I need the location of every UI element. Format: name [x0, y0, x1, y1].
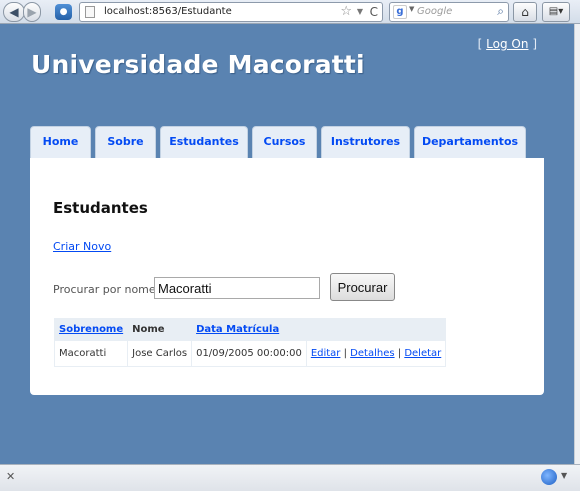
details-link[interactable]: Detalhes	[350, 348, 394, 359]
site-title: Universidade Macoratti	[31, 50, 365, 79]
cell-sobrenome: Macoratti	[53, 340, 129, 367]
search-label: Procurar por nome:	[53, 283, 160, 296]
logon-link[interactable]: Log On	[486, 37, 528, 51]
magnifier-icon[interactable]: ⌕	[497, 4, 504, 19]
tab-cursos[interactable]: Cursos	[252, 126, 317, 158]
column-header-actions	[305, 318, 447, 341]
tools-menu-button[interactable]: ▤▾	[542, 2, 570, 22]
addon-status-icon[interactable]	[541, 469, 557, 485]
tab-estudantes[interactable]: Estudantes	[160, 126, 248, 158]
back-arrow-icon: ◀	[9, 5, 19, 19]
delete-link[interactable]: Deletar	[404, 348, 441, 359]
vertical-scrollbar[interactable]	[574, 24, 580, 464]
home-button[interactable]: ⌂	[513, 2, 537, 22]
students-table: Sobrenome Nome Data Matrícula Macoratti …	[53, 318, 447, 367]
browser-toolbar: ◀ ▶ ● localhost:8563/Estudante ☆ ▼ C g ▼…	[0, 0, 580, 24]
browser-search-bar[interactable]: g ▼ Google ⌕	[389, 2, 509, 22]
create-new-link[interactable]: Criar Novo	[53, 240, 111, 253]
search-input[interactable]	[154, 277, 320, 299]
forward-button[interactable]: ▶	[23, 2, 41, 22]
tab-departamentos[interactable]: Departamentos	[414, 126, 526, 158]
edit-link[interactable]: Editar	[311, 348, 341, 359]
page-viewport: [ Log On ] Universidade Macoratti Home S…	[0, 24, 574, 464]
separator: |	[343, 348, 347, 359]
tab-instrutores[interactable]: Instrutores	[321, 126, 410, 158]
tools-menu-icon: ▤▾	[548, 6, 564, 17]
logon-bracket-right: ]	[532, 37, 537, 51]
browser-status-bar: ✕ ▼	[0, 464, 580, 491]
column-header-nome: Nome	[127, 318, 193, 341]
tab-sobre[interactable]: Sobre	[95, 126, 156, 158]
logon-bracket-left: [	[477, 37, 483, 51]
status-dropdown-icon[interactable]: ▼	[561, 471, 567, 480]
table-header-row: Sobrenome Nome Data Matrícula	[53, 318, 447, 341]
page-heading: Estudantes	[53, 199, 148, 217]
sort-data-link[interactable]: Data Matrícula	[196, 324, 279, 335]
back-button[interactable]: ◀	[3, 2, 25, 22]
main-content: Estudantes Criar Novo Procurar por nome:…	[30, 158, 544, 395]
cell-actions: Editar | Detalhes | Deletar	[305, 340, 447, 367]
forward-arrow-icon: ▶	[27, 5, 37, 19]
separator: |	[397, 348, 402, 359]
logon-area: [ Log On ]	[478, 37, 537, 51]
search-placeholder[interactable]: Google	[417, 6, 452, 17]
page-icon	[85, 6, 95, 18]
table-row: Macoratti Jose Carlos 01/09/2005 00:00:0…	[53, 340, 447, 367]
column-header-sobrenome: Sobrenome	[53, 318, 129, 341]
url-text[interactable]: localhost:8563/Estudante	[104, 3, 232, 21]
bookmark-star-icon[interactable]: ☆	[340, 3, 352, 21]
sort-sobrenome-link[interactable]: Sobrenome	[59, 324, 123, 335]
home-icon: ⌂	[521, 5, 529, 19]
cell-nome: Jose Carlos	[127, 340, 193, 367]
column-header-data: Data Matrícula	[191, 318, 307, 341]
close-icon[interactable]: ✕	[6, 470, 15, 483]
tab-home[interactable]: Home	[30, 126, 91, 158]
cell-data: 01/09/2005 00:00:00	[191, 340, 307, 367]
google-icon[interactable]: g	[393, 5, 407, 19]
search-engine-dropdown-icon[interactable]: ▼	[409, 5, 414, 13]
url-bar[interactable]: localhost:8563/Estudante ☆ ▼ C	[79, 2, 383, 22]
search-button[interactable]: Procurar	[330, 273, 395, 301]
url-dropdown-icon[interactable]: ▼	[357, 3, 363, 21]
site-identity-icon[interactable]: ●	[55, 4, 72, 20]
reload-icon[interactable]: C	[370, 3, 378, 21]
